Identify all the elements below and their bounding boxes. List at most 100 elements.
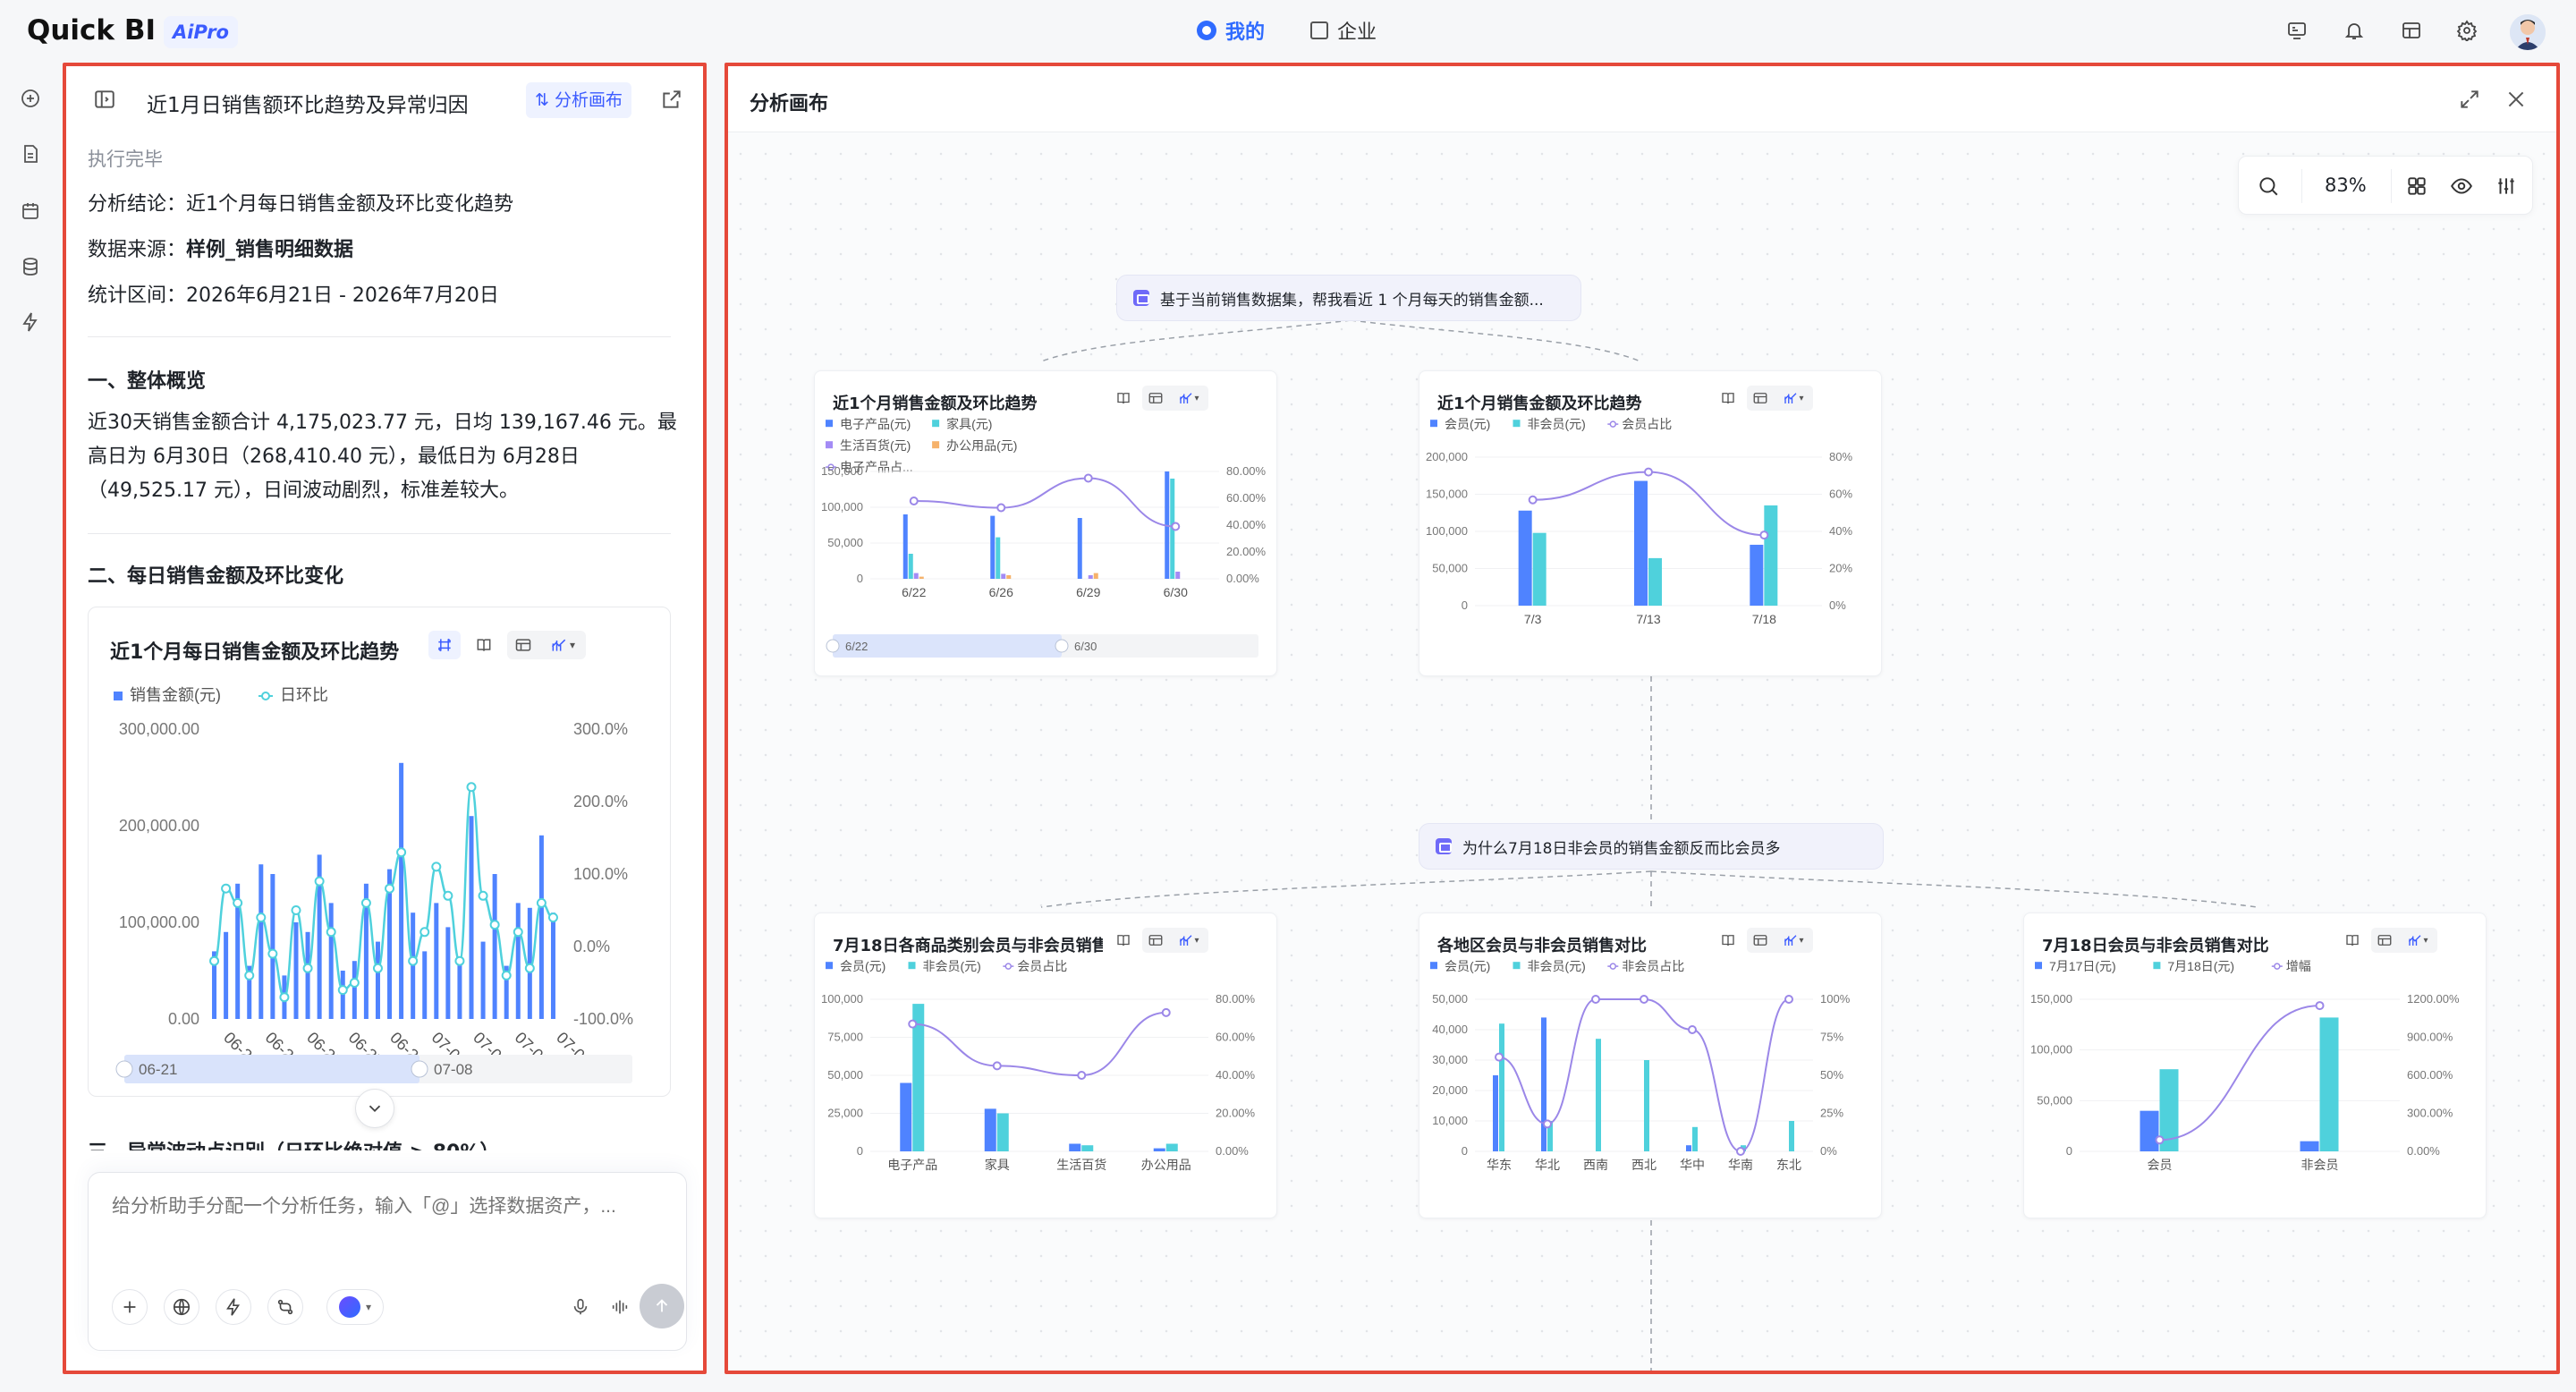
lightning-icon[interactable] [18, 310, 43, 335]
section-title-anomaly: 三、异常波动点识别（日环比绝对值 > 80%） [88, 1136, 499, 1150]
slider-end-label: 6/30 [1074, 640, 1097, 653]
nav-enterprise[interactable]: 企业 [1310, 16, 1377, 45]
legend-label: 会员(元) [840, 959, 886, 973]
analysis-canvas-label: 分析画布 [554, 90, 623, 110]
gear-icon[interactable] [2454, 18, 2479, 43]
bar [913, 573, 919, 579]
y-tick-label: 100,000 [821, 992, 863, 1006]
bar [996, 1113, 1009, 1151]
quick-action-button[interactable] [216, 1289, 251, 1325]
y-tick-label: 75,000 [827, 1031, 863, 1044]
bar [434, 903, 439, 1019]
y2-tick-label: 60% [1829, 488, 1852, 501]
y2-tick-label: 60.00% [1216, 1031, 1256, 1044]
series-line [2159, 1005, 2320, 1142]
y2-tick-label: 0% [1820, 1144, 1837, 1158]
legend-marker [1513, 420, 1521, 428]
line-point [466, 782, 477, 793]
chart-card[interactable]: 近1个月销售金额及环比趋势 ▾ 会员(元) 非会员(元) 会员占比 200,000 15… [1419, 370, 1882, 676]
source-line: 数据来源：样例_销售明细数据 [88, 239, 353, 262]
line-point [1077, 1071, 1087, 1080]
question-node-1[interactable]: 基于当前销售数据集，帮我看近 1 个月每天的销售金额... [1116, 275, 1581, 321]
line-point [314, 876, 325, 887]
y-tick-label: 150,000 [2030, 992, 2072, 1006]
y2-tick-label: 40% [1829, 524, 1852, 538]
line-point [489, 920, 500, 930]
y-tick-label: 10,000 [1432, 1114, 1468, 1127]
y2-tick-label: 0.00% [2407, 1144, 2440, 1158]
legend-label: 增幅 [2286, 959, 2311, 973]
legend-marker [261, 692, 270, 700]
chart-card[interactable]: 各地区会员与非会员销售对比 ▾ 会员(元) 非会员(元) 非会员占比 50,000 40… [1419, 912, 1882, 1218]
swap-chart-button[interactable] [428, 631, 461, 659]
y-tick-label: 100,000.00 [119, 913, 199, 931]
x-tick-label: 办公用品 [1141, 1158, 1191, 1172]
x-tick-label: 非会员 [2301, 1158, 2339, 1172]
web-search-button[interactable] [164, 1289, 199, 1325]
bar [457, 961, 462, 1019]
screen-icon[interactable] [2284, 18, 2309, 43]
slider-end-label: 07-08 [434, 1061, 472, 1078]
analysis-canvas-button[interactable]: ⇅ 分析画布 [526, 82, 631, 118]
series-line [913, 477, 1176, 528]
voice-wave-button[interactable] [602, 1289, 638, 1325]
line-point [209, 955, 220, 966]
legend-label: 家具(元) [946, 417, 992, 431]
expand-button[interactable] [355, 1089, 394, 1128]
bar [1499, 1023, 1504, 1151]
question-node-2[interactable]: 为什么7月18日非会员的销售金额反而比会员多 [1419, 823, 1884, 870]
table-view-button[interactable] [507, 631, 539, 659]
bar [469, 816, 474, 1019]
bar [422, 951, 428, 1019]
legend-marker [932, 441, 940, 449]
chart-card[interactable]: 近1个月销售金额及环比趋势 ▾ 电子产品(元) 家具(元) 生活百货(元) 办公用品(… [814, 370, 1277, 676]
bar [1750, 544, 1764, 606]
bar [908, 554, 913, 579]
y-tick-label: 50,000 [1432, 562, 1468, 575]
bar [1006, 575, 1012, 579]
app-logo[interactable]: Quick BI [27, 14, 156, 47]
y-tick-label: 50,000 [1432, 992, 1468, 1006]
legend-marker [114, 692, 123, 700]
nav-mine[interactable]: 我的 [1197, 16, 1265, 45]
line-point [221, 883, 232, 894]
y2-tick-label: 80% [1829, 450, 1852, 463]
sidebar-toggle-icon[interactable] [93, 88, 116, 111]
y-tick-label: 150,000 [821, 464, 863, 478]
voice-button[interactable] [563, 1289, 598, 1325]
task-input[interactable] [112, 1196, 666, 1218]
legend-label: 会员占比 [1622, 417, 1672, 431]
chart-card[interactable]: 7月18日各商品类别会员与非会员销售... ▾ 会员(元) 非会员(元) 会员占比 1… [814, 912, 1277, 1218]
document-icon[interactable] [18, 141, 43, 166]
legend-label: 会员(元) [1445, 959, 1490, 973]
new-chat-icon[interactable] [18, 86, 43, 111]
legend-marker [1004, 963, 1013, 970]
legend-marker [1609, 420, 1617, 428]
open-external-icon[interactable] [660, 88, 683, 111]
bar [1634, 480, 1648, 606]
bell-icon[interactable] [2342, 18, 2367, 43]
x-tick-label: 华北 [1535, 1158, 1560, 1172]
database-icon[interactable] [18, 254, 43, 279]
bar [1077, 518, 1082, 579]
x-tick-label: 东北 [1776, 1158, 1801, 1172]
chart-card[interactable]: 7月18日会员与非会员销售对比 ▾ 7月17日(元) 7月18日(元) 增幅 150,… [2023, 912, 2487, 1218]
question-icon [1133, 290, 1149, 306]
workflow-button[interactable] [267, 1289, 303, 1325]
question-1-text: 基于当前销售数据集，帮我看近 1 个月每天的销售金额... [1160, 291, 1544, 310]
bar [492, 874, 497, 1019]
bar [902, 514, 908, 579]
calendar-icon[interactable] [18, 199, 43, 224]
y-tick-label: 200,000 [1426, 450, 1468, 463]
add-button[interactable] [112, 1289, 148, 1325]
line-point [267, 948, 278, 959]
avatar[interactable] [2510, 14, 2546, 50]
x-tick-label: 7/13 [1636, 612, 1660, 626]
status-text: 执行完毕 [88, 149, 163, 170]
bar [293, 922, 299, 1019]
book-icon[interactable] [468, 631, 500, 659]
table-icon[interactable] [2399, 18, 2424, 43]
model-selector[interactable]: ▾ [326, 1289, 384, 1325]
chart-type-dropdown[interactable]: ▾ [539, 631, 586, 659]
send-button[interactable] [640, 1284, 684, 1328]
